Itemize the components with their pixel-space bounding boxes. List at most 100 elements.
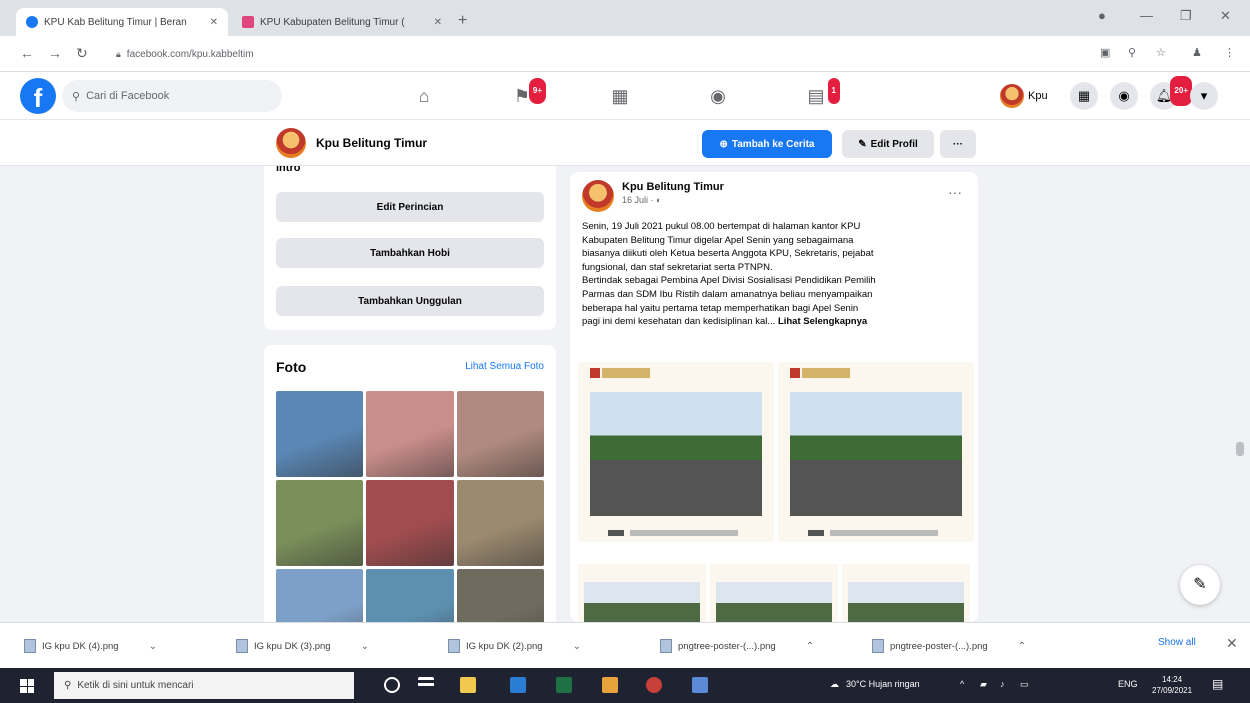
photos-card: Foto Lihat Semua Foto [264,345,556,655]
close-window-icon[interactable]: ✕ [1220,8,1231,24]
post-photo[interactable] [778,362,974,542]
bookmark-star-icon[interactable]: ☆ [1156,46,1166,59]
see-all-photos-link[interactable]: Lihat Semua Foto [465,361,544,372]
photos-app-icon[interactable] [602,677,618,693]
account-icon[interactable]: ♟ [1192,46,1202,59]
photo-thumbnail[interactable] [366,480,454,566]
facebook-favicon-icon [26,16,38,28]
marketplace-icon[interactable]: ▦ [608,84,632,108]
chevron-down-icon[interactable]: ⌄ [573,641,581,652]
post-author[interactable]: Kpu Belitung Timur [622,181,724,193]
more-options-button[interactable]: ··· [940,130,976,158]
post-author-avatar[interactable] [582,180,614,212]
taskbar-search-placeholder: Ketik di sini untuk mencari [77,680,194,691]
photo-thumbnail[interactable] [366,391,454,477]
apel-photo-image [590,392,762,516]
windows-start-icon[interactable] [20,679,34,693]
cortana-icon[interactable] [384,677,400,693]
photo-thumbnail[interactable] [456,391,544,477]
download-item[interactable]: IG kpu DK (3).png ⌄ [236,635,369,657]
url-field[interactable]: 🔒︎ facebook.com/kpu.kabbeltim [106,42,1076,66]
facebook-search-input[interactable]: ⚲ Cari di Facebook [62,80,282,112]
download-item[interactable]: IG kpu DK (4).png ⌄ [24,635,157,657]
photo-thumbnail[interactable] [276,391,364,477]
extension-icon[interactable]: ▣ [1100,46,1110,59]
downloads-bar: IG kpu DK (4).png ⌄ IG kpu DK (3).png ⌄ IG… [0,622,1250,668]
download-item[interactable]: pngtree-poster-(...).png ⌃ [660,635,814,657]
pencil-icon: ✎ [858,138,867,150]
post-line: Parmas dan SDM Ibu Ristih dalam amanatny… [582,288,873,300]
network-icon[interactable]: ▰ [980,679,987,690]
pages-icon[interactable]: ⚑ 9+ [510,78,546,108]
groups-icon[interactable]: ◉ [706,84,730,108]
chevron-down-icon[interactable]: ⌄ [149,641,157,652]
photo-thumbnail[interactable] [456,480,544,566]
windows-taskbar: ⚲ Ketik di sini untuk mencari ☁︎ 30°C Hu… [0,668,1250,703]
photo-thumbnail[interactable] [276,480,364,566]
page-avatar[interactable] [276,128,306,158]
page-name[interactable]: Kpu Belitung Timur [316,136,427,150]
scrollbar-thumb[interactable] [1236,442,1244,456]
messenger-icon[interactable]: ◉ [1110,82,1138,110]
browser-tab[interactable]: KPU Kabupaten Belitung Timur ( ✕ [232,8,452,36]
download-item[interactable]: IG kpu DK (2).png ⌄ [448,635,581,657]
download-filename: IG kpu DK (2).png [466,640,543,652]
post-photo[interactable] [710,564,838,622]
taskbar-search-input[interactable]: ⚲ Ketik di sini untuk mencari [54,672,354,699]
download-filename: IG kpu DK (3).png [254,640,331,652]
forward-icon[interactable]: → [48,45,62,61]
new-tab-button[interactable]: + [458,12,467,30]
weather-text[interactable]: 30°C Hujan ringan [846,679,920,689]
new-message-icon[interactable]: ✎ [1180,565,1220,605]
notifications-icon[interactable]: 🔔︎ 20+ [1150,76,1192,110]
reload-icon[interactable]: ↻ [76,45,88,62]
chevron-up-icon[interactable]: ⌃ [806,641,814,652]
edit-details-button[interactable]: Edit Perincian [276,192,544,222]
add-featured-button[interactable]: Tambahkan Unggulan [276,286,544,316]
excel-icon[interactable] [556,677,572,693]
add-story-button[interactable]: ⊕ Tambah ke Cerita [702,130,832,158]
maximize-icon[interactable]: ❐ [1180,8,1192,24]
chevron-down-icon[interactable]: ⌄ [361,641,369,652]
see-more-link[interactable]: Lihat Selengkapnya [778,316,867,327]
system-clock[interactable]: 14:24 27/09/2021 [1152,674,1192,696]
close-tab-icon[interactable]: ✕ [434,17,442,28]
notification-center-icon[interactable]: ▤ [1212,677,1223,691]
profile-icon[interactable]: ● [1098,8,1106,23]
menu-grid-icon[interactable]: ▦ [1070,82,1098,110]
account-dropdown-icon[interactable]: ▾ [1190,82,1218,110]
minimize-icon[interactable]: — [1140,8,1153,23]
show-all-downloads-link[interactable]: Show all [1158,637,1196,648]
battery-icon[interactable]: ▭ [1020,679,1029,690]
chrome-icon[interactable] [646,677,662,693]
post-photo[interactable] [578,362,774,542]
gaming-icon[interactable]: ▤ 1 [804,78,840,108]
download-filename: IG kpu DK (4).png [42,640,119,652]
word-icon[interactable] [510,677,526,693]
post-photo[interactable] [578,564,706,622]
close-tab-icon[interactable]: ✕ [210,17,218,28]
add-hobbies-button[interactable]: Tambahkan Hobi [276,238,544,268]
post-line: beberapa hal yaitu pertama tetap memperh… [582,302,859,314]
file-explorer-icon[interactable] [460,677,476,693]
store-icon[interactable] [692,677,708,693]
menu-kebab-icon[interactable]: ⋮ [1224,46,1235,59]
edit-profile-button[interactable]: ✎ Edit Profil [842,130,934,158]
profile-chip[interactable]: Kpu [1000,82,1054,110]
tray-chevron-icon[interactable]: ^ [960,679,964,689]
chevron-up-icon[interactable]: ⌃ [1018,641,1026,652]
facebook-logo-icon[interactable]: f [20,78,56,114]
task-view-icon[interactable] [418,677,434,693]
post-photo[interactable] [842,564,970,622]
home-icon[interactable]: ⌂ [412,84,436,108]
post-timestamp[interactable]: 16 Juli · ◐ [622,195,661,205]
post-options-icon[interactable]: ··· [948,184,962,200]
download-item[interactable]: pngtree-poster-(...).png ⌃ [872,635,1026,657]
browser-tab-active[interactable]: KPU Kab Belitung Timur | Beran ✕ [16,8,228,36]
back-icon[interactable]: ← [20,45,34,61]
zoom-icon[interactable]: ⚲ [1128,46,1136,59]
close-downloads-icon[interactable]: ✕ [1226,635,1238,652]
language-indicator[interactable]: ENG [1118,679,1138,689]
weather-icon[interactable]: ☁︎ [830,679,839,690]
volume-icon[interactable]: ♪ [1000,679,1005,689]
